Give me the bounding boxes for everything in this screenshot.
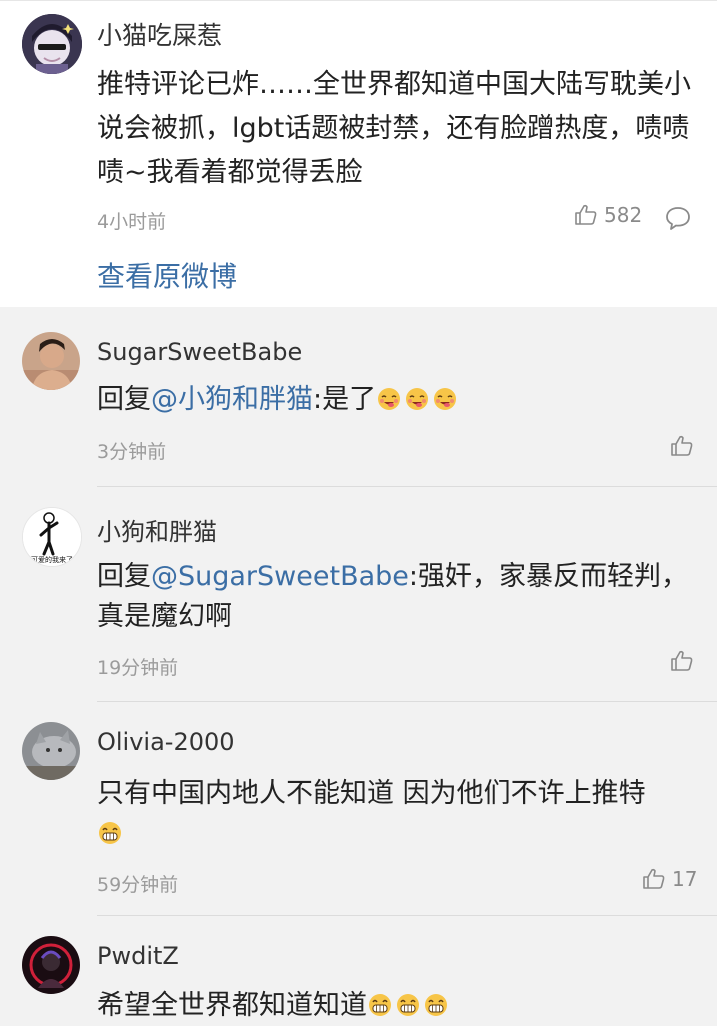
- reply-item: Olivia-2000 只有中国内地人不能知道 因为他们不许上推特 59分钟前 …: [0, 702, 717, 915]
- thumbs-up-icon: [671, 435, 693, 456]
- comment-icon[interactable]: [664, 204, 692, 232]
- user-avatar[interactable]: 可爱的我来了: [22, 507, 82, 567]
- view-original-weibo-link[interactable]: 查看原微博: [97, 255, 237, 295]
- username[interactable]: 小猫吃屎惹: [97, 16, 222, 52]
- thumbs-up-icon: [643, 868, 665, 889]
- user-avatar[interactable]: [22, 14, 82, 74]
- mention-link[interactable]: @小狗和胖猫: [151, 384, 313, 415]
- reply-prefix: 回复: [97, 384, 151, 415]
- dark-portrait-avatar-icon: [22, 936, 80, 994]
- man-photo-avatar-icon: [22, 332, 80, 390]
- cat-photo-avatar-icon: [22, 722, 80, 780]
- reply-item: SugarSweetBabe 回复@小狗和胖猫:是了 3分钟前: [0, 306, 717, 486]
- grin-emoji-icon: [97, 818, 125, 849]
- thumbs-up-icon: [671, 650, 693, 671]
- reply-text: 希望全世界都知道知道: [97, 986, 697, 1026]
- avatar-caption: 可爱的我来了: [31, 555, 73, 564]
- stick-figure-avatar-icon: 可爱的我来了: [23, 508, 81, 566]
- thumbs-up-icon: [575, 204, 597, 225]
- anime-avatar-icon: [22, 14, 82, 74]
- username[interactable]: 小狗和胖猫: [97, 512, 217, 547]
- reply-text: 回复@SugarSweetBabe:强奸，家暴反而轻判，真是魔幻啊: [97, 557, 697, 637]
- username[interactable]: Olivia-2000: [97, 728, 235, 756]
- user-avatar[interactable]: [22, 936, 80, 994]
- timestamp: 3分钟前: [97, 441, 167, 463]
- user-avatar[interactable]: [22, 332, 80, 390]
- reply-item: PwditZ 希望全世界都知道知道: [0, 916, 717, 1024]
- user-avatar[interactable]: [22, 722, 80, 780]
- grin-emoji-icon: [367, 990, 451, 1021]
- comment-text: 推特评论已炸……全世界都知道中国大陆写耽美小说会被抓，lgbt话题被封禁，还有脸…: [97, 69, 691, 188]
- reply-body: 只有中国内地人不能知道 因为他们不许上推特: [97, 778, 646, 809]
- reply-item: 可爱的我来了 小狗和胖猫 回复@SugarSweetBabe:强奸，家暴反而轻判…: [0, 487, 717, 701]
- timestamp: 19分钟前: [97, 657, 179, 679]
- username[interactable]: SugarSweetBabe: [97, 338, 302, 366]
- yummy-emoji-icon: [376, 384, 460, 415]
- timestamp: 4小时前: [97, 211, 167, 233]
- like-button[interactable]: [670, 649, 694, 673]
- like-count: 582: [604, 203, 643, 227]
- like-count: 17: [672, 867, 698, 891]
- username[interactable]: PwditZ: [97, 942, 179, 970]
- reply-body: 希望全世界都知道知道: [97, 990, 367, 1021]
- like-button[interactable]: [670, 434, 694, 458]
- like-button[interactable]: 582: [574, 203, 642, 227]
- main-comment-card: 小猫吃屎惹 推特评论已炸……全世界都知道中国大陆写耽美小说会被抓，lgbt话题被…: [0, 0, 717, 307]
- reply-text: 只有中国内地人不能知道 因为他们不许上推特: [97, 774, 697, 854]
- timestamp: 59分钟前: [97, 874, 179, 896]
- reply-text: 回复@小狗和胖猫:是了: [97, 380, 697, 420]
- reply-body: :是了: [313, 384, 377, 415]
- reply-prefix: 回复: [97, 561, 151, 592]
- mention-link[interactable]: @SugarSweetBabe: [151, 561, 409, 592]
- like-button[interactable]: 17: [642, 867, 697, 891]
